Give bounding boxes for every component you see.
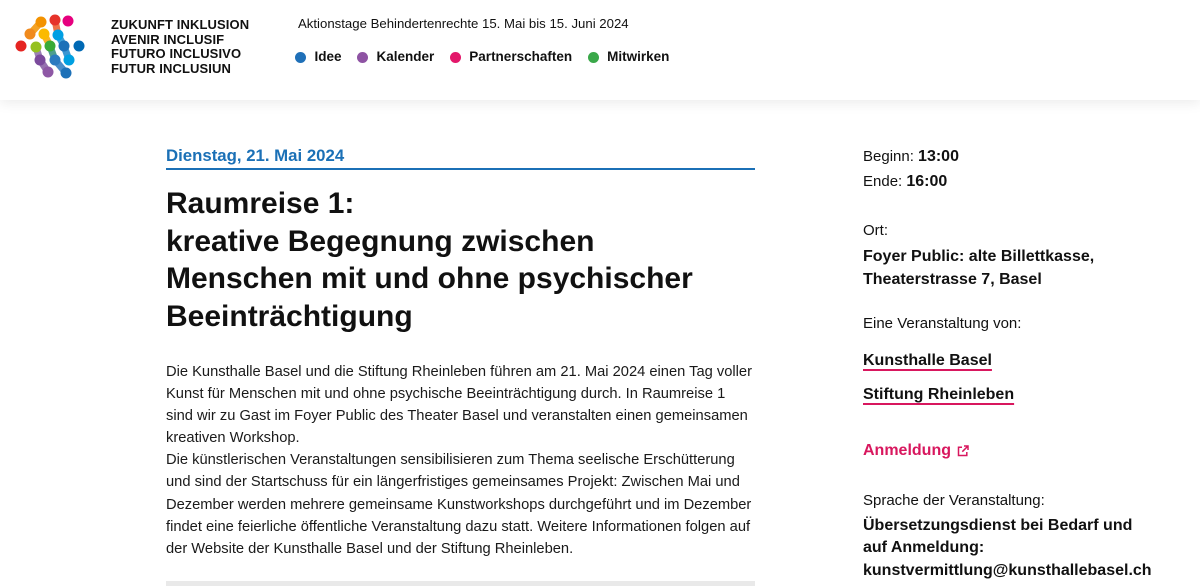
registration-link[interactable]: Anmeldung: [863, 439, 969, 463]
begin-time: 13:00: [918, 148, 959, 165]
logo-link[interactable]: ZUKUNFT INKLUSION AVENIR INCLUSIF FUTURO…: [12, 10, 257, 86]
event-title-line: Raumreise 1:: [166, 187, 355, 220]
nav-item-kalender[interactable]: Kalender: [357, 49, 434, 65]
logo-line: AVENIR INCLUSIF: [111, 31, 225, 47]
registration-label: Anmeldung: [863, 442, 951, 459]
site-header: ZUKUNFT INKLUSION AVENIR INCLUSIF FUTURO…: [0, 0, 1200, 100]
nav-item-label: Mitwirken: [607, 49, 670, 64]
nav-item-mitwirken[interactable]: Mitwirken: [587, 49, 670, 65]
contact-email: kunstvermittlung@kunsthallebasel.ch: [863, 561, 1152, 579]
nav-item-label: Idee: [314, 49, 342, 64]
logo-line: FUTURO INCLUSIVO: [111, 46, 242, 62]
logo-wordmark: ZUKUNFT INKLUSION AVENIR INCLUSIF FUTURO…: [111, 17, 250, 76]
nav-item-label: Kalender: [376, 49, 435, 64]
description-line: Dezember werden mehrere gemeinsame Kunst…: [166, 496, 752, 513]
description-line: Die künstlerischen Veranstaltungen sensi…: [166, 452, 735, 469]
location-label: Ort:: [863, 221, 888, 239]
description-line: sind wir zu Gast im Foyer Public des The…: [166, 408, 748, 425]
nav-dot-icon: [357, 51, 369, 63]
organizer-link-stiftung-rheinleben[interactable]: Stiftung Rheinleben: [863, 383, 1014, 407]
event-title-line: Beeinträchtigung: [166, 300, 413, 334]
content-divider: [166, 581, 755, 586]
language-info: Übersetzungsdienst bei Bedarf und auf An…: [863, 515, 1152, 583]
organizer-link-kunsthalle-basel[interactable]: Kunsthalle Basel: [863, 349, 992, 373]
nav-dot-icon: [449, 51, 461, 63]
description-line: Die Kunsthalle Basel und die Stiftung Rh…: [166, 364, 752, 380]
header-tagline: Aktionstage Behindertenrechte 15. Mai bi…: [298, 16, 629, 31]
location-line: Theaterstrasse 7, Basel: [863, 270, 1042, 288]
logo-line: ZUKUNFT INKLUSION: [111, 17, 250, 32]
end-label: Ende:: [863, 173, 903, 190]
colorful-dot-network-icon: [14, 12, 94, 84]
description-line: der Website der Kunsthalle Basel und der…: [166, 540, 574, 557]
event-title-line: Menschen mit und ohne psychischer: [166, 262, 693, 296]
event-title: Raumreise 1: kreative Begegnung zwischen…: [166, 185, 693, 336]
location-line: Foyer Public: alte Billettkasse,: [863, 247, 1095, 265]
language-line: Übersetzungsdienst bei Bedarf und: [863, 516, 1133, 534]
location-address: Foyer Public: alte Billettkasse, Theater…: [863, 245, 1094, 291]
nav-dot-icon: [295, 51, 306, 63]
date-divider: [166, 168, 755, 170]
begin-label: Beginn:: [863, 148, 914, 165]
organizers-label: Eine Veranstaltung von:: [863, 314, 1022, 332]
begin-time-row: Beginn: 13:00: [863, 144, 959, 169]
nav-item-idee[interactable]: Idee: [295, 49, 342, 65]
language-label: Sprache der Veranstaltung:: [863, 491, 1045, 509]
event-description: Die Kunsthalle Basel und die Stiftung Rh…: [166, 361, 752, 560]
language-line: auf Anmeldung:: [863, 539, 985, 557]
description-line: Kunst für Menschen mit und ohne psychisc…: [166, 386, 726, 403]
event-title-line: kreative Begegnung zwischen: [166, 224, 595, 258]
event-date: Dienstag, 21. Mai 2024: [166, 146, 345, 165]
external-link-icon: [957, 445, 969, 457]
logo-line: FUTUR INCLUSIUN: [111, 60, 231, 76]
main-nav: Idee Kalender Partnerschaften Mitwirken: [295, 49, 685, 65]
nav-dot-icon: [587, 51, 599, 63]
nav-item-label: Partnerschaften: [469, 49, 573, 64]
nav-item-partnerschaften[interactable]: Partnerschaften: [449, 49, 573, 65]
end-time: 16:00: [906, 173, 948, 190]
end-time-row: Ende: 16:00: [863, 169, 947, 194]
description-line: findet eine feierliche öffentliche Veran…: [166, 518, 751, 535]
description-line: kreativen Workshop.: [166, 430, 300, 447]
description-line: und sind der Startschuss für ein längerf…: [166, 474, 740, 491]
